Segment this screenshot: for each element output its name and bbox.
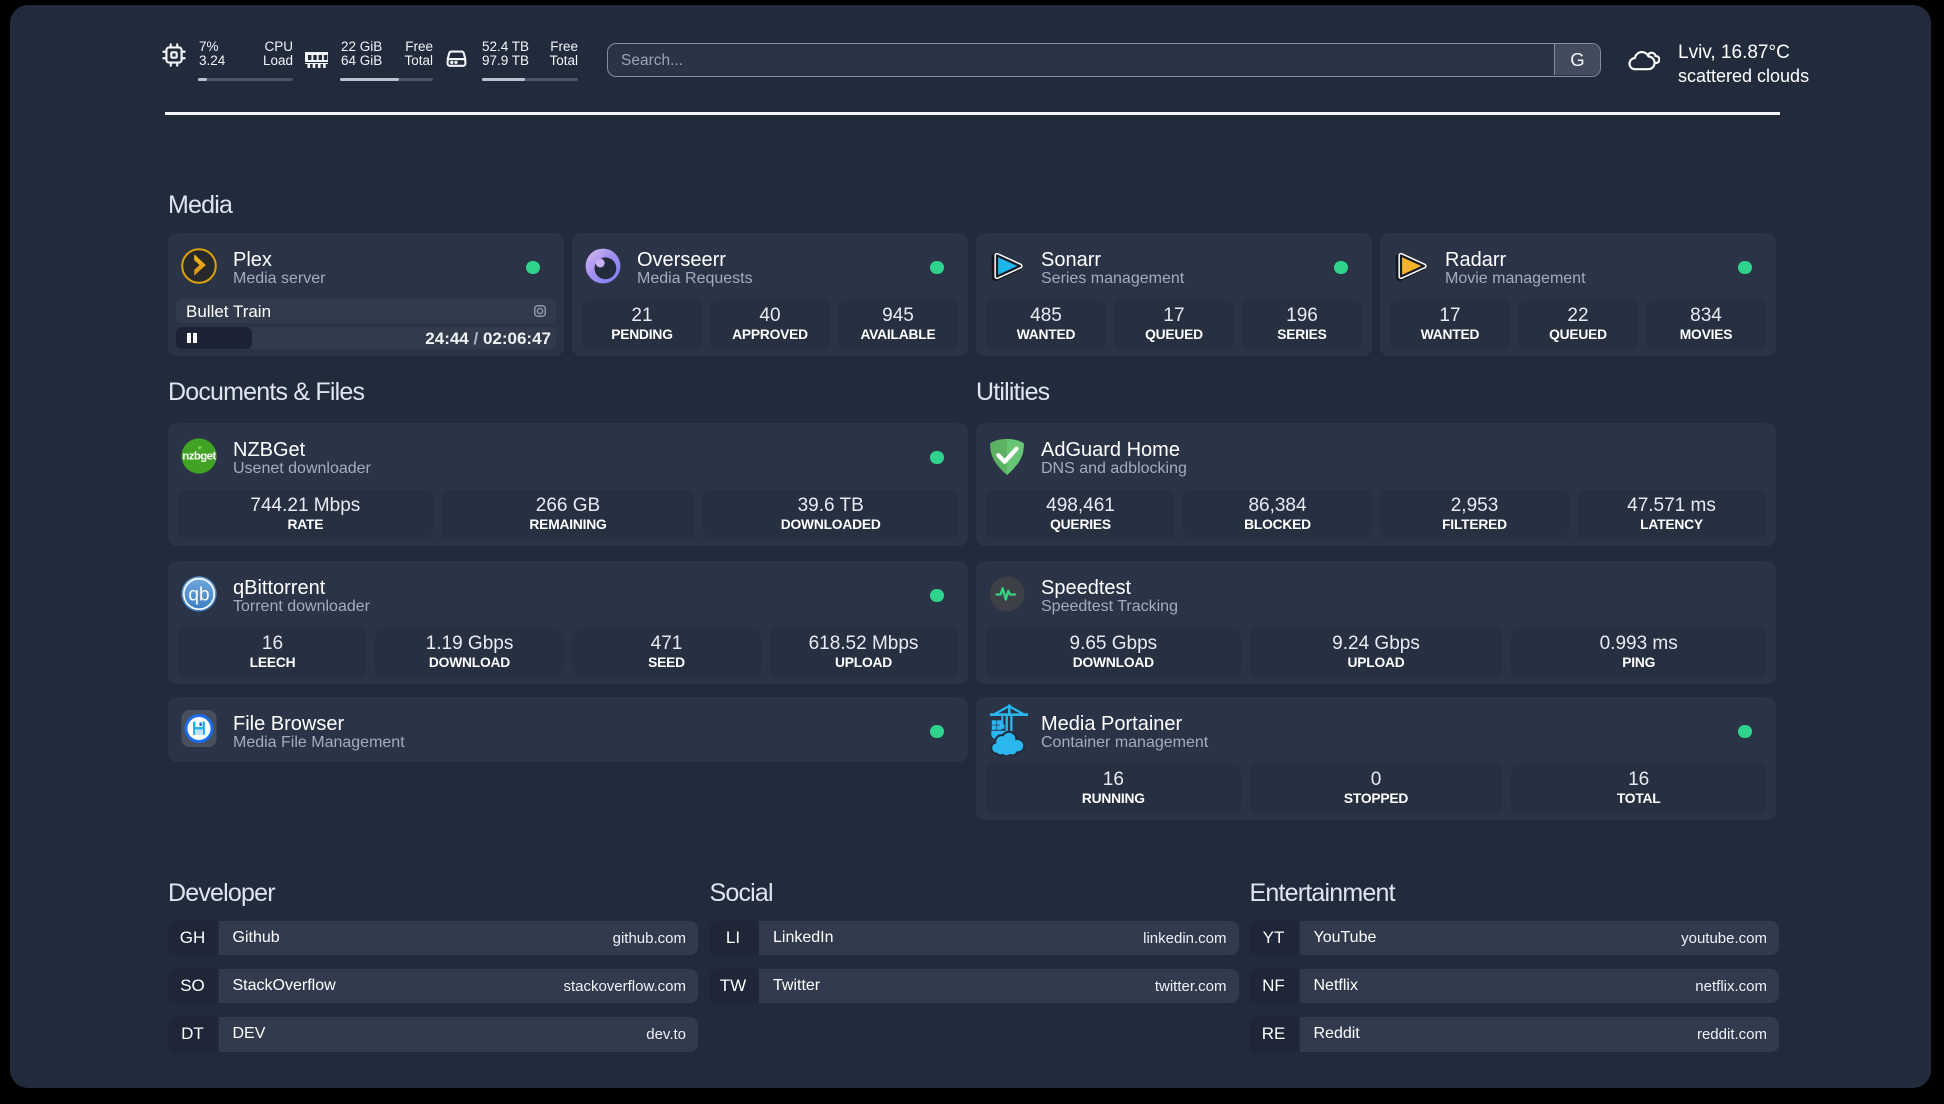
svg-text:nzbget: nzbget bbox=[182, 451, 216, 463]
svg-text:qb: qb bbox=[188, 585, 209, 606]
